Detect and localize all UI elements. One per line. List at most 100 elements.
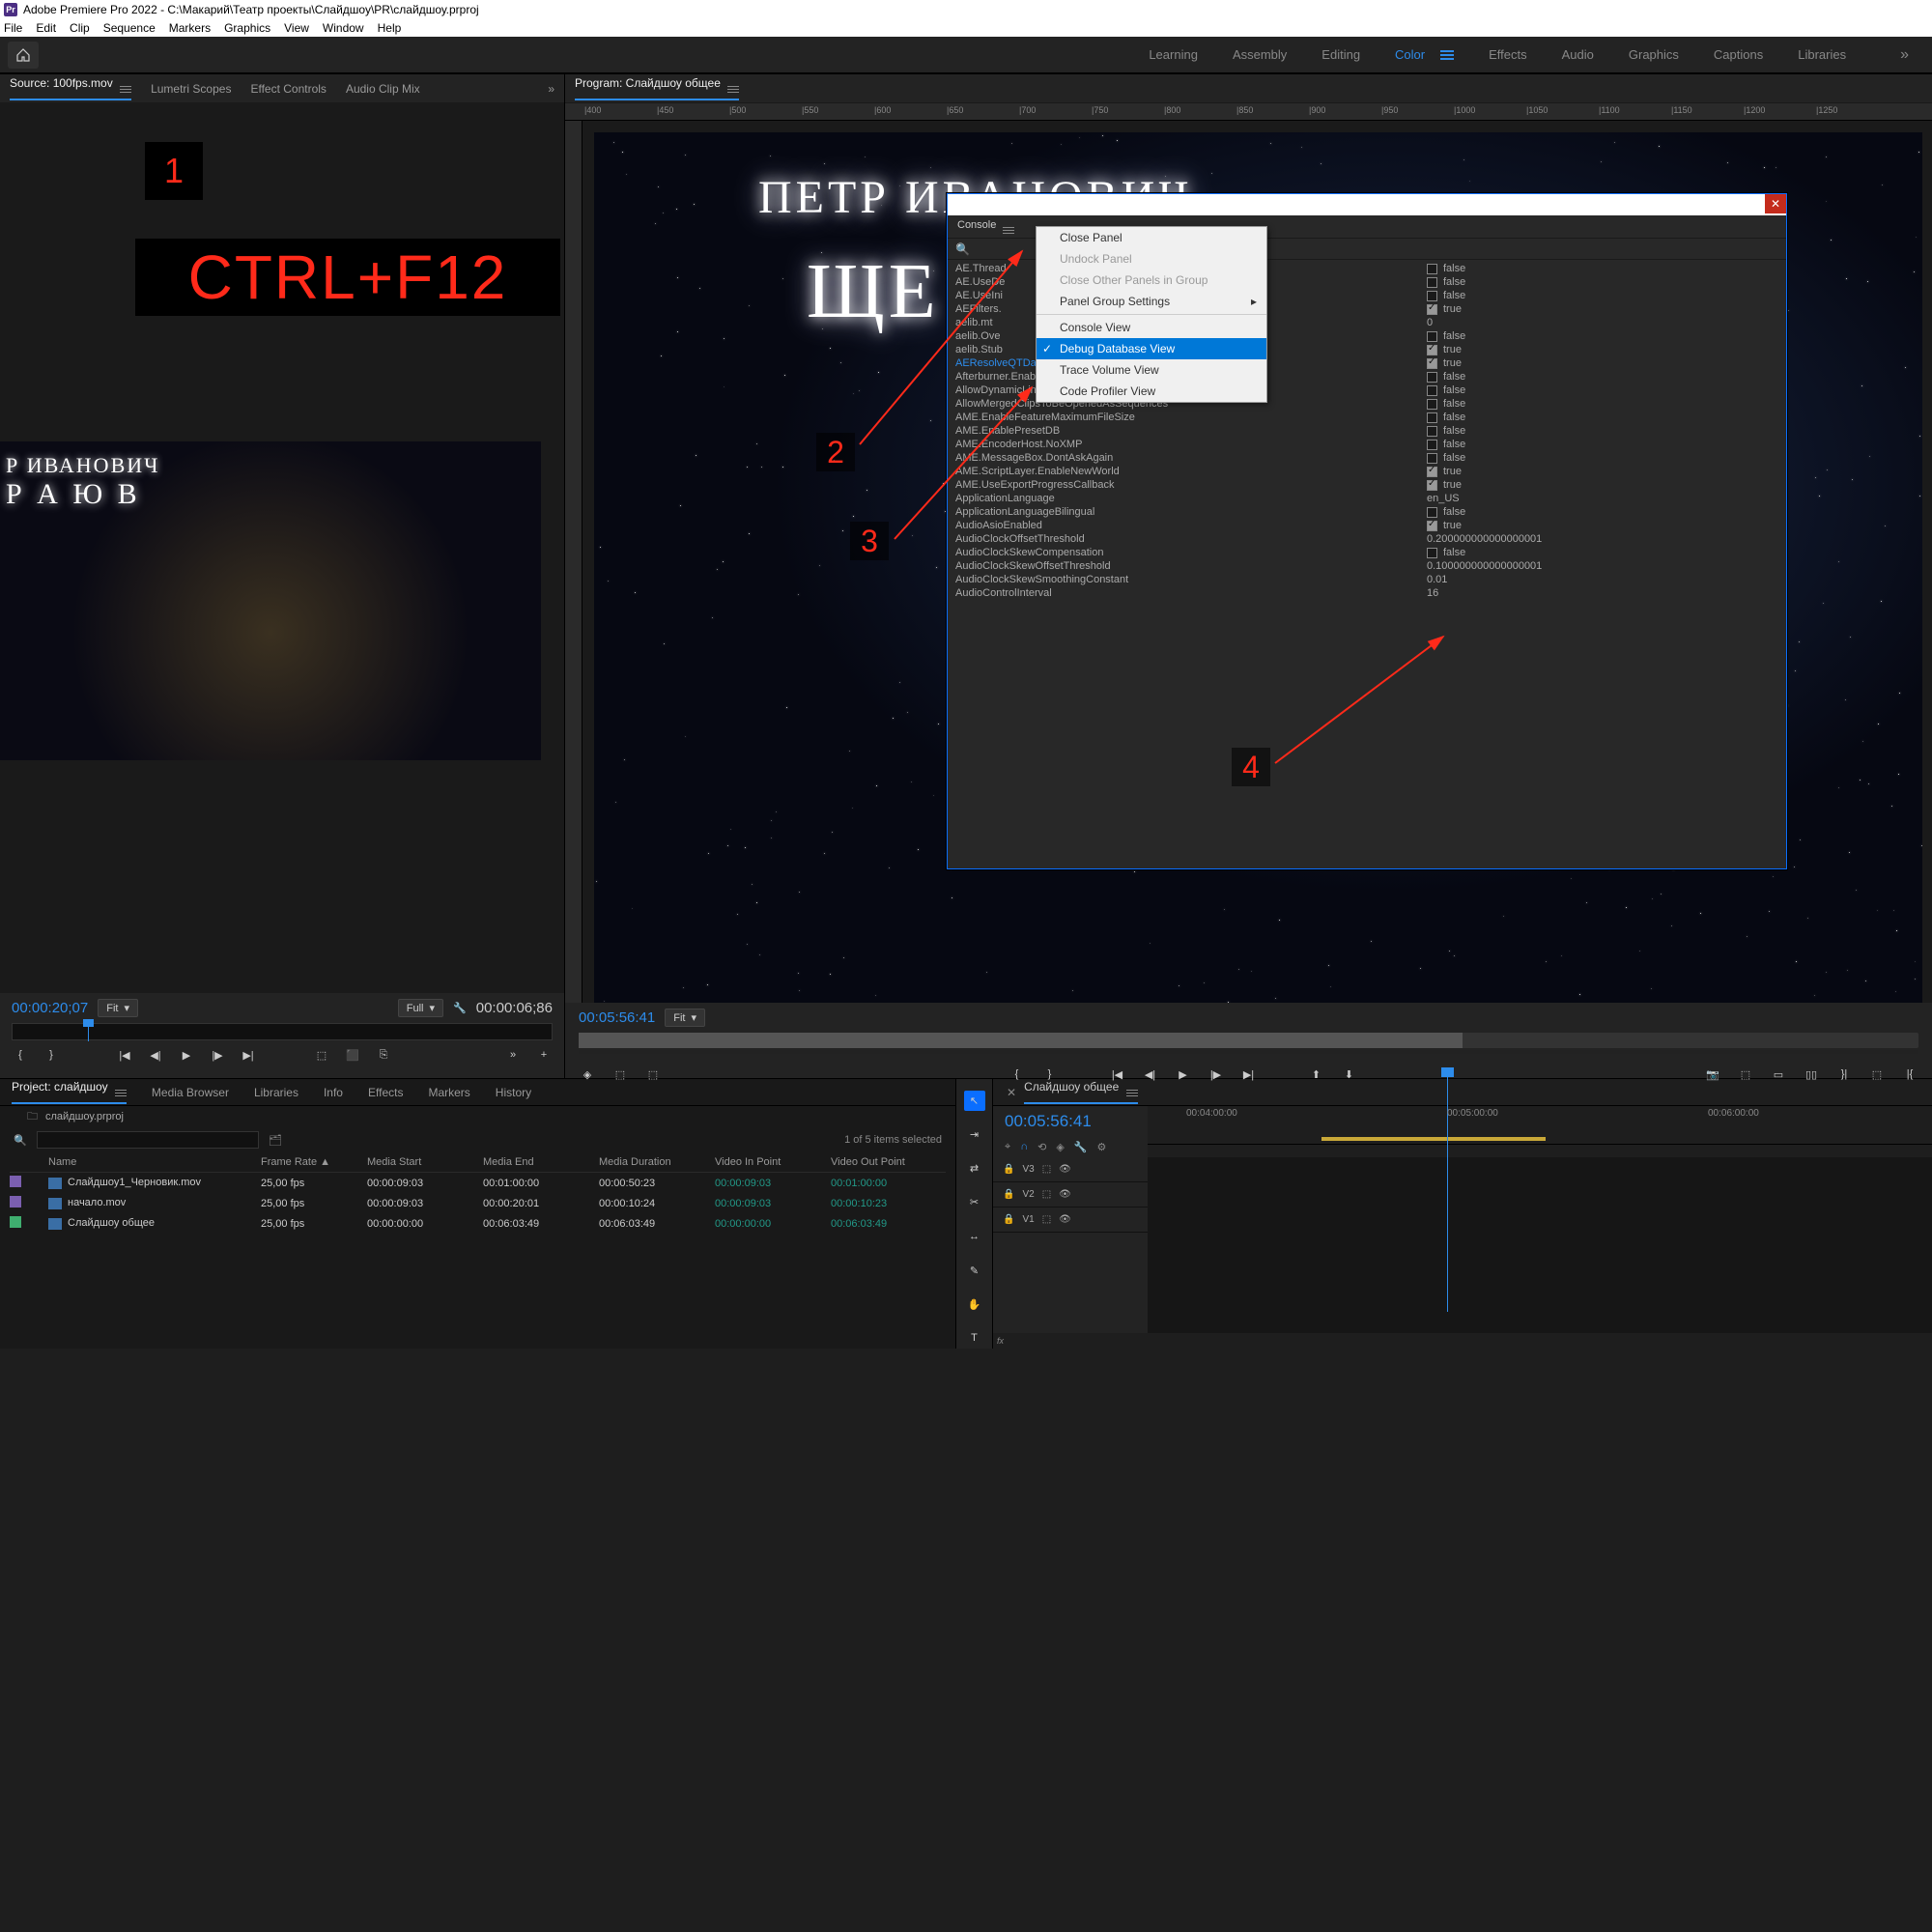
mark-out-button[interactable]: ⬚ bbox=[644, 1065, 662, 1083]
panel-menu-icon[interactable] bbox=[1003, 227, 1014, 234]
console-value-row[interactable]: true bbox=[1421, 343, 1786, 356]
console-value-row[interactable]: true bbox=[1421, 302, 1786, 316]
type-tool[interactable]: T bbox=[964, 1328, 985, 1349]
console-value-row[interactable]: true bbox=[1421, 356, 1786, 370]
home-button[interactable] bbox=[8, 42, 39, 69]
workspace-editing[interactable]: Editing bbox=[1321, 47, 1360, 62]
mark-in-bracket[interactable]: { bbox=[1009, 1065, 1026, 1083]
menu-item-close-panel[interactable]: Close Panel bbox=[1037, 227, 1266, 248]
checkbox[interactable] bbox=[1427, 304, 1437, 315]
menu-markers[interactable]: Markers bbox=[169, 21, 211, 35]
close-tab-icon[interactable]: ✕ bbox=[1007, 1086, 1016, 1099]
col-frame-rate[interactable]: Frame Rate ▲ bbox=[261, 1156, 367, 1168]
console-key[interactable]: AME.MessageBox.DontAskAgain bbox=[948, 451, 1421, 465]
menu-sequence[interactable]: Sequence bbox=[103, 21, 156, 35]
slip-tool[interactable]: ↔ bbox=[964, 1227, 985, 1247]
workspace-graphics[interactable]: Graphics bbox=[1629, 47, 1679, 62]
play-button[interactable]: ▶ bbox=[178, 1046, 195, 1064]
tab-markers[interactable]: Markers bbox=[428, 1086, 469, 1099]
goto-in-button[interactable]: |◀ bbox=[1109, 1065, 1126, 1083]
toggle-output-icon[interactable]: ⬚ bbox=[1042, 1189, 1051, 1200]
tab-lumetri-scopes[interactable]: Lumetri Scopes bbox=[151, 82, 231, 96]
menu-clip[interactable]: Clip bbox=[70, 21, 90, 35]
lock-icon[interactable]: 🔒 bbox=[1003, 1164, 1014, 1175]
checkbox[interactable] bbox=[1427, 331, 1437, 342]
console-key[interactable]: AudioClockSkewCompensation bbox=[948, 546, 1421, 559]
panel-menu-icon[interactable] bbox=[115, 1090, 127, 1096]
menu-edit[interactable]: Edit bbox=[36, 21, 56, 35]
console-value-row[interactable]: 0.100000000000000001 bbox=[1421, 559, 1786, 573]
col-video-out-point[interactable]: Video Out Point bbox=[831, 1156, 947, 1168]
menu-file[interactable]: File bbox=[4, 21, 22, 35]
console-value-row[interactable]: false bbox=[1421, 438, 1786, 451]
track-header-v2[interactable]: 🔒V2⬚👁 bbox=[993, 1182, 1148, 1208]
plus-icon[interactable]: + bbox=[535, 1046, 553, 1064]
checkbox[interactable] bbox=[1427, 358, 1437, 369]
console-key[interactable]: AudioControlInterval bbox=[948, 586, 1421, 600]
export-frame-button[interactable]: ⎘ bbox=[375, 1046, 392, 1064]
console-key[interactable]: ApplicationLanguageBilingual bbox=[948, 505, 1421, 519]
insert-button[interactable]: ⬚ bbox=[313, 1046, 330, 1064]
checkbox[interactable] bbox=[1427, 399, 1437, 410]
tab-source-100fps-mov[interactable]: Source: 100fps.mov bbox=[10, 76, 131, 100]
add-marker-button[interactable]: ◈ bbox=[579, 1065, 596, 1083]
fx-badge[interactable]: fx bbox=[997, 1336, 1004, 1346]
console-value-row[interactable]: false bbox=[1421, 275, 1786, 289]
col-name[interactable]: Name bbox=[48, 1156, 261, 1168]
console-key[interactable]: AME.UseExportProgressCallback bbox=[948, 478, 1421, 492]
step-fwd-button[interactable]: |▶ bbox=[1208, 1065, 1225, 1083]
timeline-ruler[interactable]: 00:04:00:0000:05:00:0000:06:00:0000:07:0… bbox=[1148, 1106, 1932, 1145]
checkbox[interactable] bbox=[1427, 291, 1437, 301]
project-row[interactable]: Слайдшоу общее25,00 fps00:00:00:0000:06:… bbox=[10, 1213, 946, 1234]
source-timecode-in[interactable]: 00:00:20;07 bbox=[12, 1000, 88, 1016]
track-header-v1[interactable]: 🔒V1⬚👁 bbox=[993, 1208, 1148, 1233]
console-value-row[interactable]: false bbox=[1421, 289, 1786, 302]
panel-menu-icon[interactable] bbox=[120, 86, 131, 93]
safe-margins-icon[interactable]: ⬚ bbox=[1737, 1065, 1754, 1083]
console-value-row[interactable]: false bbox=[1421, 411, 1786, 424]
checkbox[interactable] bbox=[1427, 480, 1437, 491]
marker-icon[interactable]: ◈ bbox=[1056, 1141, 1064, 1153]
lock-icon[interactable]: 🔒 bbox=[1003, 1189, 1014, 1200]
tab-libraries[interactable]: Libraries bbox=[254, 1086, 298, 1099]
razor-tool[interactable]: ✂ bbox=[964, 1192, 985, 1212]
tab-media-browser[interactable]: Media Browser bbox=[152, 1086, 229, 1099]
source-playhead[interactable] bbox=[88, 1022, 89, 1041]
link-icon[interactable]: ⟲ bbox=[1037, 1141, 1046, 1153]
console-value-row[interactable]: true bbox=[1421, 519, 1786, 532]
workspace-libraries[interactable]: Libraries bbox=[1798, 47, 1846, 62]
chevron-right-icon[interactable]: » bbox=[504, 1046, 522, 1064]
console-value-row[interactable]: true bbox=[1421, 465, 1786, 478]
step-fwd-button[interactable]: |▶ bbox=[209, 1046, 226, 1064]
console-value-row[interactable]: en_US bbox=[1421, 492, 1786, 505]
track-select-tool[interactable]: ⇥ bbox=[964, 1124, 985, 1145]
extract-button[interactable]: ⬇ bbox=[1341, 1065, 1358, 1083]
console-value-row[interactable]: true bbox=[1421, 478, 1786, 492]
close-button[interactable]: ✕ bbox=[1765, 194, 1786, 213]
play-button[interactable]: ▶ bbox=[1175, 1065, 1192, 1083]
eye-icon[interactable]: 👁 bbox=[1059, 1189, 1071, 1200]
lock-icon[interactable]: 🔒 bbox=[1003, 1214, 1014, 1225]
eye-icon[interactable]: 👁 bbox=[1059, 1164, 1071, 1175]
console-value-row[interactable]: false bbox=[1421, 397, 1786, 411]
project-list[interactable]: NameFrame Rate ▲Media StartMedia EndMedi… bbox=[0, 1152, 955, 1349]
console-value-row[interactable]: 0 bbox=[1421, 316, 1786, 329]
toggle-output-icon[interactable]: ⬚ bbox=[1042, 1164, 1051, 1175]
source-timeline[interactable] bbox=[12, 1023, 553, 1040]
magnet-icon[interactable]: ∩ bbox=[1020, 1141, 1028, 1153]
console-value-row[interactable]: 0.01 bbox=[1421, 573, 1786, 586]
camera-icon[interactable]: 📷 bbox=[1704, 1065, 1721, 1083]
pen-tool[interactable]: ✎ bbox=[964, 1261, 985, 1281]
project-search-input[interactable] bbox=[37, 1131, 259, 1149]
menu-item-panel-group-settings[interactable]: Panel Group Settings bbox=[1037, 291, 1266, 312]
col-media-duration[interactable]: Media Duration bbox=[599, 1156, 715, 1168]
toggle-output-icon[interactable]: ⬚ bbox=[1042, 1214, 1051, 1225]
workspace-assembly[interactable]: Assembly bbox=[1233, 47, 1287, 62]
lift-button[interactable]: ⬆ bbox=[1308, 1065, 1325, 1083]
tab-console[interactable]: Console bbox=[957, 219, 1014, 234]
program-scrubber[interactable] bbox=[579, 1033, 1918, 1048]
goto-out-button[interactable]: ▶| bbox=[240, 1046, 257, 1064]
hand-tool[interactable]: ✋ bbox=[964, 1294, 985, 1315]
mark-in-button[interactable]: ⬚ bbox=[611, 1065, 629, 1083]
program-zoom-bar[interactable] bbox=[579, 1050, 1918, 1054]
